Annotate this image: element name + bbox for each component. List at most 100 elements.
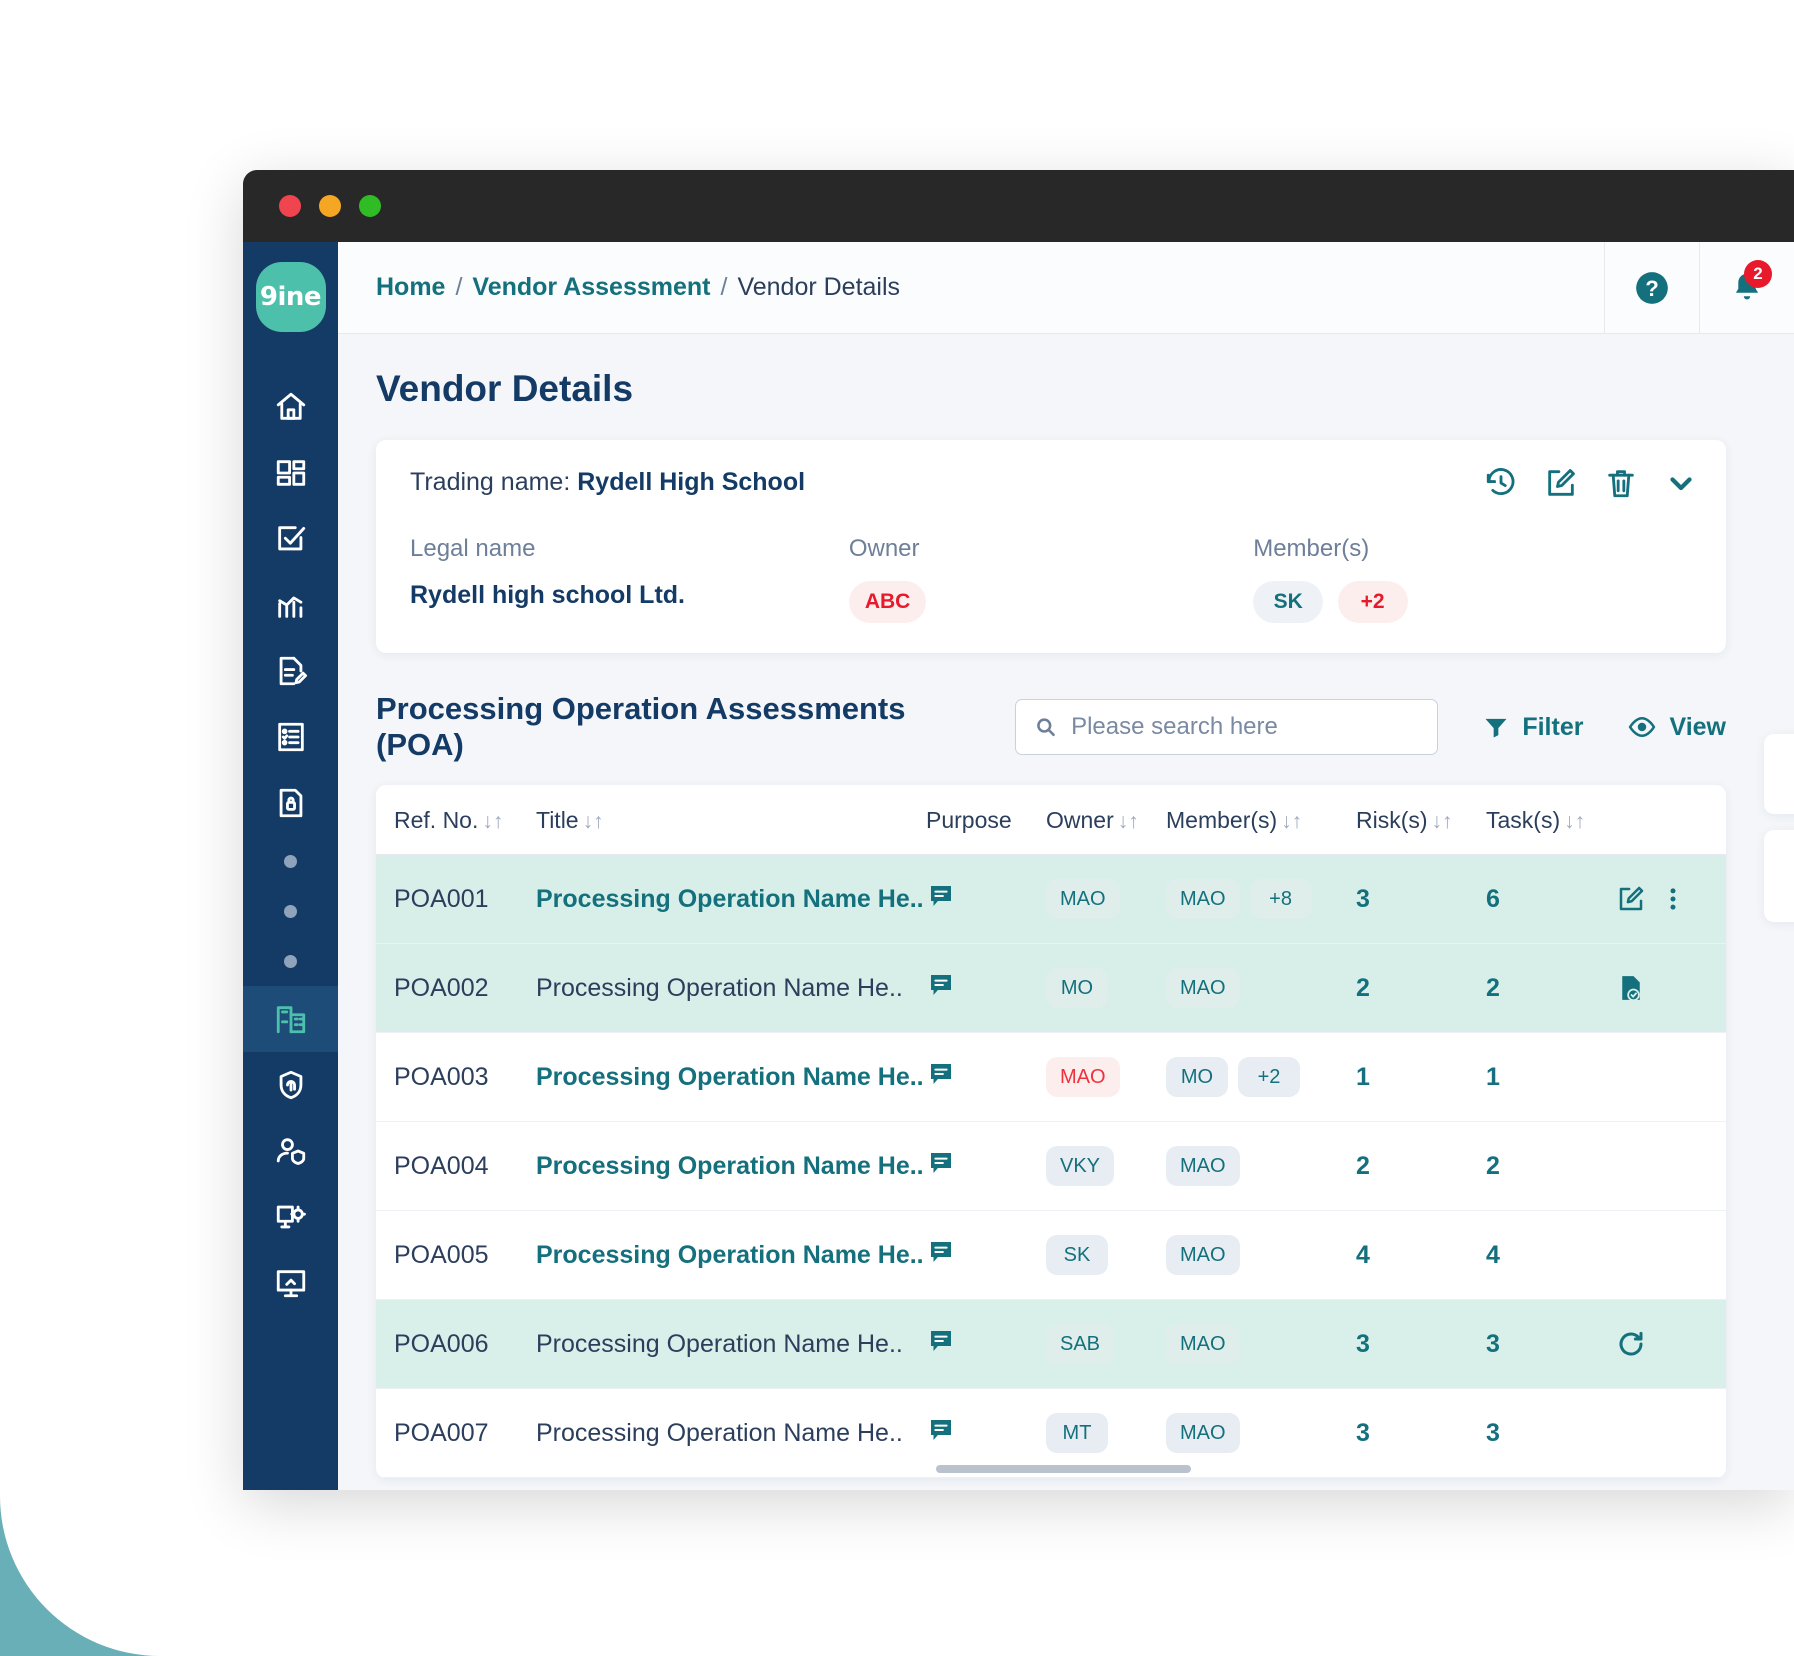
- owner-avatar[interactable]: SAB: [1046, 1324, 1115, 1364]
- table-row[interactable]: POA002 Processing Operation Name He.. MO MA…: [376, 943, 1726, 1033]
- history-icon[interactable]: [1484, 466, 1518, 500]
- comment-icon[interactable]: [926, 1059, 956, 1089]
- sidebar-item-security[interactable]: [243, 1052, 338, 1118]
- user-shield-icon: [276, 1138, 305, 1165]
- column-header-title[interactable]: Title ↓↑: [536, 785, 926, 855]
- comment-icon[interactable]: [926, 1237, 956, 1267]
- member-avatar[interactable]: MAO: [1166, 879, 1240, 919]
- owner-avatar[interactable]: MAO: [1046, 1057, 1120, 1097]
- member-overflow-badge[interactable]: +2: [1337, 581, 1408, 623]
- sidebar-item-secure-documents[interactable]: [243, 770, 338, 836]
- cell-members: MAO +8: [1166, 854, 1356, 944]
- sidebar-item-policies[interactable]: [243, 638, 338, 704]
- breadcrumb-vendor-assessment[interactable]: Vendor Assessment: [472, 273, 710, 302]
- comment-icon[interactable]: [926, 881, 956, 911]
- sort-icon: ↓↑: [582, 810, 604, 833]
- owner-avatar[interactable]: MO: [1046, 968, 1108, 1008]
- table-row[interactable]: POA005 Processing Operation Name He.. SK MA…: [376, 1211, 1726, 1300]
- member-overflow-badge[interactable]: +8: [1249, 879, 1312, 919]
- owner-avatar[interactable]: MAO: [1046, 879, 1120, 919]
- sort-icon: ↓↑: [1117, 810, 1139, 833]
- table-row[interactable]: POA004 Processing Operation Name He.. VKY M…: [376, 1122, 1726, 1211]
- owner-avatar[interactable]: MT: [1046, 1413, 1108, 1453]
- close-window-button[interactable]: [279, 195, 301, 217]
- comment-icon[interactable]: [926, 970, 956, 1000]
- cell-risks: 2: [1356, 943, 1486, 1033]
- app-logo[interactable]: 9ine: [255, 262, 326, 332]
- owner-avatar[interactable]: ABC: [848, 581, 927, 623]
- comment-icon[interactable]: [926, 1148, 956, 1178]
- cell-title[interactable]: Processing Operation Name He..: [536, 1330, 903, 1358]
- more-vertical-icon[interactable]: [1658, 884, 1688, 914]
- refresh-icon[interactable]: [1616, 1329, 1646, 1359]
- cell-ref-no: POA007: [394, 1418, 489, 1447]
- edit-icon[interactable]: [1616, 884, 1646, 914]
- monitor-gear-icon: [276, 1205, 306, 1229]
- member-avatar[interactable]: MO: [1166, 1057, 1228, 1097]
- member-avatar[interactable]: MAO: [1166, 1146, 1240, 1186]
- cell-title[interactable]: Processing Operation Name He..: [536, 1241, 924, 1269]
- member-avatar[interactable]: MAO: [1166, 1324, 1240, 1364]
- cell-owner: SAB: [1046, 1299, 1166, 1389]
- column-header-risks[interactable]: Risk(s) ↓↑: [1356, 785, 1486, 855]
- member-avatar[interactable]: SK: [1253, 581, 1324, 623]
- table-row[interactable]: POA001 Processing Operation Name He.. MAO M…: [376, 854, 1726, 944]
- view-button[interactable]: View: [1627, 712, 1726, 742]
- sidebar-item-analytics[interactable]: [243, 572, 338, 638]
- cell-actions: [1616, 1033, 1726, 1122]
- sidebar-item-integrations[interactable]: [243, 1250, 338, 1316]
- table-row[interactable]: POA003 Processing Operation Name He.. MAO M…: [376, 1033, 1726, 1122]
- cell-actions: [1616, 1122, 1726, 1211]
- edit-icon[interactable]: [1544, 466, 1578, 500]
- cell-title[interactable]: Processing Operation Name He..: [536, 974, 903, 1002]
- member-avatar[interactable]: MAO: [1166, 1235, 1240, 1275]
- breadcrumb-home[interactable]: Home: [376, 273, 445, 302]
- document-check-icon[interactable]: [1616, 973, 1646, 1003]
- column-header-ref-no[interactable]: Ref. No. ↓↑: [376, 785, 536, 855]
- cell-title[interactable]: Processing Operation Name He..: [536, 1063, 924, 1091]
- comment-icon[interactable]: [926, 1415, 956, 1445]
- minimize-window-button[interactable]: [319, 195, 341, 217]
- column-header-members[interactable]: Member(s) ↓↑: [1166, 785, 1356, 855]
- column-header-purpose: Purpose: [926, 785, 1046, 855]
- member-overflow-badge[interactable]: +2: [1238, 1057, 1300, 1097]
- comment-icon[interactable]: [926, 1326, 956, 1356]
- column-header-tasks[interactable]: Task(s) ↓↑: [1486, 785, 1616, 855]
- sidebar-item-checklists[interactable]: [243, 704, 338, 770]
- sidebar-item-settings[interactable]: [243, 1184, 338, 1250]
- sidebar-item-dashboard[interactable]: [243, 440, 338, 506]
- owner-avatar[interactable]: VKY: [1046, 1146, 1115, 1186]
- side-card-peek-2: [1764, 830, 1794, 922]
- sidebar-item-collapsed-3[interactable]: [243, 936, 338, 986]
- maximize-window-button[interactable]: [359, 195, 381, 217]
- owner-avatar[interactable]: SK: [1046, 1235, 1108, 1275]
- legal-name-value: Rydell high school Ltd.: [410, 581, 685, 609]
- cell-title[interactable]: Processing Operation Name He..: [536, 885, 924, 913]
- topbar: Home / Vendor Assessment / Vendor Detail…: [338, 241, 1794, 334]
- lock-document-icon: [279, 788, 302, 818]
- filter-button[interactable]: Filter: [1482, 713, 1583, 742]
- sidebar-item-tasks[interactable]: [243, 506, 338, 572]
- column-header-owner[interactable]: Owner ↓↑: [1046, 785, 1166, 855]
- search-box[interactable]: [1014, 699, 1439, 755]
- search-input[interactable]: [1071, 713, 1420, 741]
- delete-icon[interactable]: [1604, 466, 1638, 500]
- sidebar-item-collapsed-1[interactable]: [243, 836, 338, 886]
- table-row[interactable]: POA006 Processing Operation Name He.. SAB M…: [376, 1299, 1726, 1389]
- document-edit-icon: [279, 656, 307, 686]
- horizontal-scrollbar[interactable]: [936, 1465, 1191, 1473]
- sidebar-item-user-privacy[interactable]: [243, 1118, 338, 1184]
- sidebar-item-collapsed-2[interactable]: [243, 886, 338, 936]
- member-avatar[interactable]: MAO: [1166, 1413, 1240, 1453]
- member-avatar[interactable]: MAO: [1166, 968, 1240, 1008]
- cell-risks: 2: [1356, 1151, 1370, 1180]
- notifications-button[interactable]: 2: [1699, 241, 1794, 334]
- cell-title[interactable]: Processing Operation Name He..: [536, 1419, 903, 1447]
- chevron-down-icon[interactable]: [1664, 466, 1698, 500]
- sidebar-item-vendors[interactable]: [243, 986, 338, 1052]
- bar-chart-icon: [277, 596, 302, 618]
- cell-purpose: [926, 854, 1046, 944]
- sidebar-item-home[interactable]: [243, 374, 338, 440]
- help-button[interactable]: ?: [1604, 241, 1699, 334]
- cell-title[interactable]: Processing Operation Name He..: [536, 1152, 924, 1180]
